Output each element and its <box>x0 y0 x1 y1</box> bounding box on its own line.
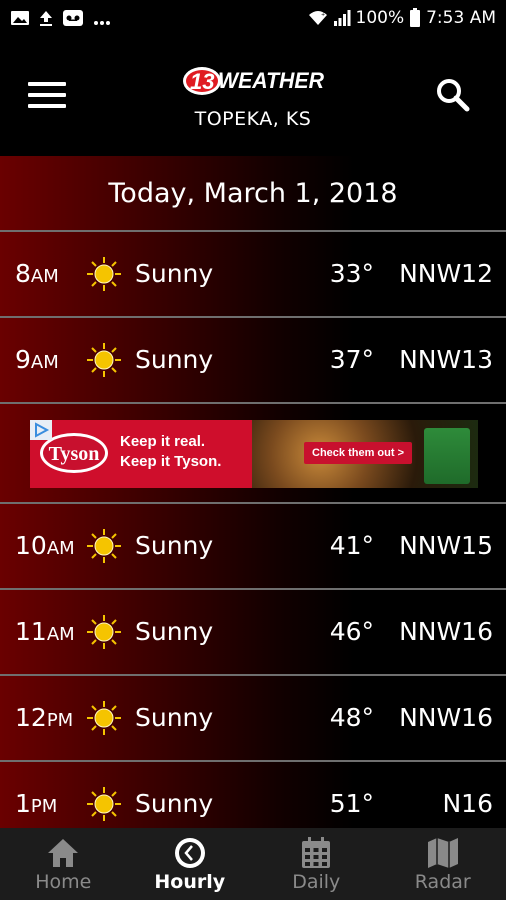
hour-time: 10AM <box>15 504 75 588</box>
nav-daily[interactable]: Daily <box>253 828 380 900</box>
hour-temp: 48° <box>329 703 374 732</box>
menu-icon <box>28 82 66 86</box>
hour-period: AM <box>30 352 59 373</box>
hour-condition: Sunny <box>135 259 214 288</box>
hour-period: PM <box>30 796 58 817</box>
ad-product-image <box>424 428 470 484</box>
hour-number: 11 <box>15 617 47 646</box>
voicemail-icon <box>63 10 83 26</box>
location-label: TOPEKA, KS <box>194 108 312 130</box>
hour-wind: NNW15 <box>399 531 493 560</box>
hour-number: 10 <box>15 531 47 560</box>
ad-row: Tyson Keep it real. Keep it Tyson. Check… <box>0 404 506 504</box>
nav-hourly[interactable]: Hourly <box>127 828 254 900</box>
hour-time: 1PM <box>15 762 57 828</box>
sun-icon <box>87 257 121 291</box>
hour-number: 12 <box>15 703 47 732</box>
nav-radar[interactable]: Radar <box>380 828 506 900</box>
ad-choices-icon[interactable] <box>30 420 52 440</box>
app-header: 13 WEATHER TOPEKA, KS <box>0 36 506 156</box>
hour-time: 8AM <box>15 232 59 316</box>
hour-row[interactable]: 11AM Sunny 46° NNW16 <box>0 590 506 676</box>
search-button[interactable] <box>434 76 472 114</box>
battery-icon <box>410 8 421 27</box>
clock-icon <box>174 838 205 868</box>
clock-time: 7:53 AM <box>426 8 496 28</box>
station-logo: 13 WEATHER <box>183 67 324 95</box>
hour-time: 12PM <box>15 676 73 760</box>
hour-row[interactable]: 10AM Sunny 41° NNW15 <box>0 504 506 590</box>
hour-period: AM <box>30 266 59 287</box>
hour-condition: Sunny <box>135 789 214 818</box>
hour-temp: 37° <box>329 345 374 374</box>
bottom-nav: Home Hourly Daily Radar <box>0 828 506 900</box>
ad-banner[interactable]: Tyson Keep it real. Keep it Tyson. Check… <box>30 420 478 488</box>
wifi-icon: + <box>308 11 327 25</box>
sun-icon <box>87 787 121 821</box>
hour-row[interactable]: 9AM Sunny 37° NNW13 <box>0 318 506 404</box>
nav-hourly-label: Hourly <box>154 871 226 893</box>
ad-brand: Tyson <box>49 443 100 465</box>
hour-temp: 41° <box>329 531 374 560</box>
search-icon <box>437 79 470 112</box>
sun-icon <box>87 615 121 649</box>
more-dots-icon <box>94 21 110 25</box>
sun-icon <box>87 701 121 735</box>
hour-wind: NNW16 <box>399 703 493 732</box>
ad-left-panel: Tyson Keep it real. Keep it Tyson. <box>30 420 252 488</box>
play-triangle-icon <box>35 422 50 438</box>
svg-text:+: + <box>321 12 325 18</box>
logo-number: 13 <box>190 69 214 94</box>
status-bar-left <box>10 9 111 27</box>
hour-period: AM <box>46 624 75 645</box>
menu-button[interactable] <box>28 82 66 110</box>
hourly-forecast[interactable]: Today, March 1, 2018 8AM Sunny 33° NNW12… <box>0 156 506 828</box>
hour-wind: NNW13 <box>399 345 493 374</box>
map-icon <box>427 838 458 868</box>
forecast-date: Today, March 1, 2018 <box>0 156 506 232</box>
hour-condition: Sunny <box>135 531 214 560</box>
hour-row[interactable]: 8AM Sunny 33° NNW12 <box>0 232 506 318</box>
hour-wind: NNW16 <box>399 617 493 646</box>
sun-icon <box>87 529 121 563</box>
upload-icon <box>40 11 52 26</box>
hour-wind: N16 <box>442 789 493 818</box>
sun-icon <box>87 343 121 377</box>
hour-condition: Sunny <box>135 703 214 732</box>
hour-time: 9AM <box>15 318 59 402</box>
hour-row[interactable]: 1PM Sunny 51° N16 <box>0 762 506 828</box>
ad-tagline: Keep it real. Keep it Tyson. <box>120 432 221 472</box>
hour-period: AM <box>46 538 75 559</box>
ad-cta-button[interactable]: Check them out > <box>304 442 412 464</box>
hour-number: 9 <box>15 345 31 374</box>
logo-text: WEATHER <box>218 68 324 93</box>
home-icon <box>48 839 79 867</box>
ad-food-image: Check them out > <box>252 420 478 488</box>
hour-period: PM <box>46 710 74 731</box>
signal-icon <box>333 10 350 26</box>
status-bar: + 100% 7:53 AM <box>0 0 506 36</box>
hour-row[interactable]: 12PM Sunny 48° NNW16 <box>0 676 506 762</box>
hour-number: 1 <box>15 789 31 818</box>
menu-icon-bar <box>28 93 66 97</box>
hour-temp: 33° <box>329 259 374 288</box>
hour-temp: 46° <box>329 617 374 646</box>
ad-line-1: Keep it real. <box>120 433 206 450</box>
hour-temp: 51° <box>329 789 374 818</box>
nav-home-label: Home <box>35 871 92 893</box>
calendar-icon <box>302 837 331 868</box>
image-icon <box>11 11 29 25</box>
nav-home[interactable]: Home <box>0 828 127 900</box>
hour-condition: Sunny <box>135 345 214 374</box>
hour-number: 8 <box>15 259 31 288</box>
battery-percent: 100% <box>355 8 405 28</box>
ad-line-2: Keep it Tyson. <box>120 453 222 470</box>
hour-condition: Sunny <box>135 617 214 646</box>
nav-daily-label: Daily <box>292 871 341 893</box>
hour-wind: NNW12 <box>399 259 493 288</box>
hour-time: 11AM <box>15 590 75 674</box>
nav-radar-label: Radar <box>414 871 471 893</box>
status-bar-right: + 100% 7:53 AM <box>308 8 496 28</box>
